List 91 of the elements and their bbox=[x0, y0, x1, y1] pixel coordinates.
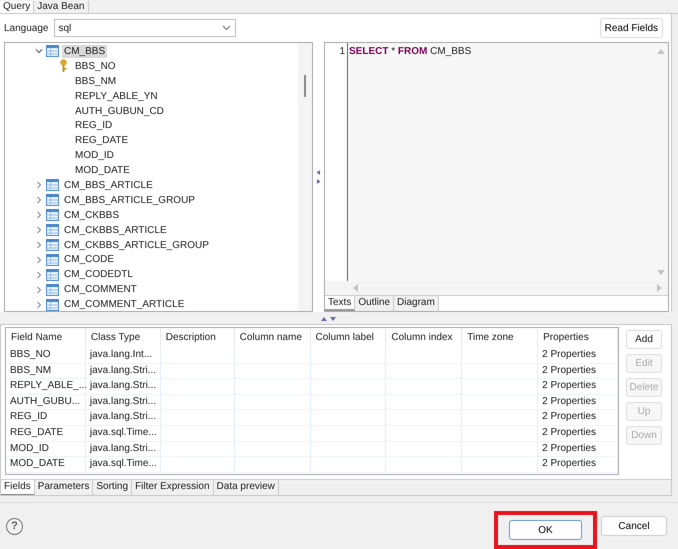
chevron-icon[interactable] bbox=[35, 256, 43, 264]
column-header[interactable]: Column label bbox=[310, 328, 386, 348]
chevron-icon[interactable] bbox=[35, 226, 43, 234]
cancel-button[interactable]: Cancel bbox=[601, 516, 667, 536]
tree-item[interactable]: CM_BBS bbox=[62, 44, 108, 58]
table-cell: 2 Properties bbox=[538, 364, 618, 378]
column-header[interactable]: Properties bbox=[538, 328, 618, 348]
table-cell: MOD_DATE bbox=[6, 457, 86, 472]
tab[interactable]: Fields bbox=[1, 480, 35, 495]
tree-item[interactable]: MOD_ID bbox=[73, 149, 116, 162]
table-cell: REPLY_ABLE_... bbox=[6, 379, 86, 394]
tree-item[interactable]: CM_CKBBS_ARTICLE_GROUP bbox=[62, 238, 211, 252]
tree-item[interactable]: REPLY_ABLE_YN bbox=[73, 90, 160, 103]
table-cell: java.lang.Stri... bbox=[86, 442, 161, 456]
table-cell: java.lang.Int... bbox=[86, 348, 161, 363]
table-cell: BBS_NO bbox=[6, 348, 86, 363]
tree-item[interactable]: MOD_DATE bbox=[73, 164, 132, 178]
table-cell: 2 Properties bbox=[538, 426, 618, 441]
tab[interactable]: Java Bean bbox=[34, 1, 88, 13]
tree-item[interactable]: CM_CODE bbox=[62, 253, 116, 266]
table-cell: java.lang.Stri... bbox=[86, 394, 161, 410]
tree-item[interactable]: CM_CKBBS_ARTICLE bbox=[62, 224, 169, 237]
table-cell: java.lang.Stri... bbox=[86, 410, 161, 425]
tree-item[interactable]: REG_ID bbox=[73, 119, 114, 132]
chevron-icon[interactable] bbox=[35, 181, 43, 190]
tree-item[interactable]: CM_CODEDTL bbox=[62, 268, 135, 282]
table-cell: java.lang.Stri... bbox=[86, 364, 161, 378]
tree-item[interactable]: CM_CKBBS bbox=[62, 208, 122, 222]
table-cell: MOD_ID bbox=[6, 442, 86, 456]
chevron-icon[interactable] bbox=[35, 270, 43, 279]
code-line: SELECT * FROM CM_BBS bbox=[349, 45, 472, 58]
scrollbar-thumb[interactable] bbox=[304, 75, 306, 97]
table-cell: java.sql.Time... bbox=[86, 457, 161, 472]
table-icon bbox=[46, 298, 59, 311]
column-header[interactable]: Description bbox=[160, 328, 235, 348]
caret-icon bbox=[222, 25, 230, 31]
table-icon bbox=[46, 179, 59, 192]
chevron-icon[interactable] bbox=[35, 300, 43, 309]
tree-item[interactable]: REG_DATE bbox=[73, 134, 130, 148]
table-icon bbox=[46, 284, 59, 296]
tab[interactable]: Diagram bbox=[394, 296, 439, 311]
tab[interactable]: Outline bbox=[355, 296, 394, 311]
table-icon bbox=[46, 194, 59, 206]
table-cell: 2 Properties bbox=[538, 394, 618, 410]
table-icon bbox=[46, 268, 59, 281]
column-header[interactable]: Field Name bbox=[6, 328, 86, 348]
table-icon bbox=[46, 224, 59, 236]
read-fields-button[interactable]: Read Fields bbox=[600, 18, 663, 38]
chevron-icon[interactable] bbox=[35, 241, 43, 250]
table-cell: java.lang.Stri... bbox=[86, 379, 161, 394]
chevron-icon[interactable] bbox=[35, 47, 43, 56]
table-icon bbox=[46, 239, 59, 252]
line-number: 1 bbox=[338, 45, 345, 58]
chevron-icon[interactable] bbox=[35, 196, 43, 204]
table-cell: 2 Properties bbox=[538, 379, 618, 394]
column-header[interactable]: Time zone bbox=[462, 328, 538, 348]
table-cell: AUTH_GUBU... bbox=[6, 394, 86, 410]
table-cell: 2 Properties bbox=[538, 457, 618, 472]
splitter-arrows-icon[interactable] bbox=[321, 316, 337, 320]
tab[interactable]: Texts bbox=[325, 296, 356, 311]
tree-item[interactable]: CM_COMMENT bbox=[62, 283, 139, 296]
tab[interactable]: Data preview bbox=[214, 480, 279, 495]
help-icon[interactable]: ? bbox=[6, 518, 23, 534]
table-cell: 2 Properties bbox=[538, 348, 618, 363]
tab[interactable]: Query bbox=[0, 1, 34, 13]
tree-item[interactable]: BBS_NM bbox=[73, 74, 118, 88]
language-dropdown[interactable]: sql bbox=[54, 19, 236, 37]
tree-item[interactable]: BBS_NO bbox=[73, 60, 118, 73]
table-cell: 2 Properties bbox=[538, 410, 618, 425]
tab[interactable]: Parameters bbox=[34, 480, 94, 495]
chevron-icon[interactable] bbox=[35, 211, 43, 220]
ok-button[interactable]: OK bbox=[509, 520, 582, 540]
chevron-icon[interactable] bbox=[35, 286, 43, 294]
table-cell: 2 Properties bbox=[538, 442, 618, 456]
table-cell: BBS_NM bbox=[6, 364, 86, 378]
tree-item[interactable]: CM_COMMENT_ARTICLE bbox=[62, 298, 186, 311]
tree-item[interactable]: CM_BBS_ARTICLE_GROUP bbox=[62, 194, 197, 207]
column-header[interactable]: Column name bbox=[234, 328, 310, 348]
table-icon bbox=[46, 45, 59, 58]
column-header[interactable]: Class Type bbox=[86, 328, 161, 348]
table-cell: REG_DATE bbox=[6, 426, 86, 441]
table-cell: java.sql.Time... bbox=[86, 426, 161, 441]
splitter-arrows-icon[interactable] bbox=[316, 169, 321, 185]
side-button[interactable]: Add bbox=[626, 330, 662, 349]
tree-item[interactable]: CM_BBS_ARTICLE bbox=[62, 178, 155, 192]
table-icon bbox=[46, 209, 59, 222]
table-icon bbox=[46, 254, 59, 266]
language-label: Language bbox=[4, 22, 48, 34]
column-header[interactable]: Column index bbox=[386, 328, 462, 348]
table-cell: REG_ID bbox=[6, 410, 86, 425]
tree-item[interactable]: AUTH_GUBUN_CD bbox=[73, 104, 166, 118]
